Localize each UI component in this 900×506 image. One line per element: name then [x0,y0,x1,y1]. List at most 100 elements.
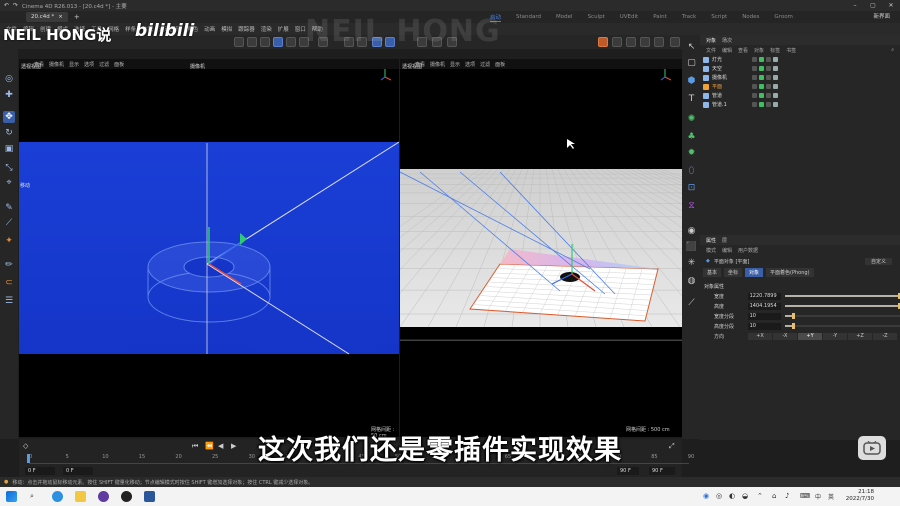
tag-icon[interactable] [766,102,771,107]
menu-item[interactable]: 扩展 [278,25,289,33]
layout-tab[interactable]: Script [711,14,727,20]
tag-icon[interactable] [766,84,771,89]
layout-tab[interactable]: Standard [516,14,541,20]
slider-knob[interactable] [792,323,796,329]
material-tag-icon[interactable] [773,84,778,89]
play-icon[interactable]: ▶ [231,442,236,450]
objects-tab[interactable]: 对象 [706,37,716,44]
material-tag-icon[interactable] [773,57,778,62]
menu-item[interactable]: 渲染 [261,25,272,33]
brush-icon[interactable]: ✦ [3,235,15,247]
check-icon[interactable] [759,57,764,62]
frame-icon[interactable]: ▢ [686,57,697,68]
word-icon[interactable] [144,491,155,502]
magnet-icon[interactable]: ⊂ [3,277,15,289]
minimize-icon[interactable]: – [846,0,864,11]
attributes-tab[interactable]: 层 [722,237,727,244]
visibility-icon[interactable] [752,93,757,98]
scene-icon[interactable]: ◉ [686,225,697,236]
menu-item[interactable]: 跟踪器 [238,25,255,33]
spline-pen-icon[interactable]: ✎ [3,202,15,214]
slider-knob[interactable] [792,313,796,319]
new-layout-button[interactable]: 新界面 [873,12,890,20]
attribute-subtab[interactable]: 对象 [745,267,764,277]
show-hidden-icon[interactable]: ⌃ [757,492,763,500]
visibility-icon[interactable] [752,75,757,80]
pointer-icon[interactable]: ↖ [686,41,697,52]
object-row[interactable]: 天空 [700,64,900,73]
material-tag-icon[interactable] [773,93,778,98]
layout-tab[interactable]: Paint [653,14,667,20]
attribute-value-input[interactable]: 10 [747,322,782,330]
search-icon[interactable]: ⌕ [891,47,894,53]
tray-app-icon-2[interactable]: ◎ [716,492,722,500]
object-row[interactable]: 摄像机 [700,73,900,82]
light-icon[interactable]: ✳ [686,257,697,268]
current-frame-field[interactable]: 0 F [63,467,93,475]
visibility-icon[interactable] [752,57,757,62]
cube-icon[interactable]: ⬢ [686,75,697,86]
check-icon[interactable] [759,102,764,107]
lock-icon[interactable] [670,37,680,47]
attribute-subtab[interactable]: 坐标 [724,267,743,277]
objects-menu-item[interactable]: 查看 [738,47,748,54]
tray-app-icon-1[interactable]: ◉ [703,492,709,500]
move-icon[interactable]: ✥ [3,111,15,123]
ime-mode[interactable]: 英 [828,492,834,501]
generator-icon[interactable]: ✹ [686,147,697,158]
attribute-slider[interactable] [785,293,900,299]
maximize-icon[interactable]: ▢ [864,0,882,11]
redo-icon[interactable]: ↷ [13,2,18,9]
check-icon[interactable] [759,84,764,89]
object-row[interactable]: 管道 [700,91,900,100]
camera-icon[interactable]: ⬛ [686,241,697,252]
volume-icon[interactable]: ♪ [785,492,789,500]
object-row[interactable]: 灯光 [700,55,900,64]
tag-icon[interactable] [766,75,771,80]
paint-icon[interactable]: ✏ [3,259,15,271]
tray-app-icon-4[interactable]: ◒ [742,492,748,500]
attribute-slider[interactable] [785,303,900,309]
go-start-icon[interactable]: ⏮ [192,442,198,451]
close-icon[interactable]: ✕ [882,0,900,11]
live-select-icon[interactable]: ✚ [3,89,15,101]
render-region-icon[interactable] [612,37,622,47]
render-view-icon[interactable] [598,37,608,47]
start-frame-field[interactable]: 0 F [25,467,55,475]
material-tag-icon[interactable] [773,102,778,107]
expand-icon[interactable]: ⤢ [669,442,675,451]
check-icon[interactable] [759,93,764,98]
objects-menu-item[interactable]: 对象 [754,47,764,54]
attributes-tab[interactable]: 属性 [706,237,716,244]
menu-item[interactable]: 动画 [204,25,215,33]
move-tool-icon[interactable] [234,37,244,47]
tray-app-icon-3[interactable]: ◐ [729,492,735,500]
material-icon[interactable]: ◍ [686,275,697,286]
layout-tab[interactable]: Groom [774,14,793,20]
render-settings-icon[interactable] [626,37,636,47]
deformer-icon[interactable]: ⬯ [686,165,697,176]
direction-button[interactable]: +X [748,332,772,340]
attributes-menu-item[interactable]: 编辑 [722,247,732,254]
visibility-icon[interactable] [752,66,757,71]
layout-tab[interactable]: Model [556,14,573,20]
attributes-menu-item[interactable]: 模式 [706,247,716,254]
cinema4d-taskbar-icon[interactable] [121,491,132,502]
attribute-value-input[interactable]: 1220.7899 [747,292,782,300]
layout-tab[interactable]: Sculpt [588,14,605,20]
layout-tab[interactable]: UVEdit [620,14,638,20]
clock[interactable]: 21:18 2022/7/30 [846,489,874,503]
direction-button[interactable]: +Z [848,332,872,340]
custom-dropdown[interactable]: 自定义 [864,257,892,265]
windows-start-icon[interactable] [6,491,17,502]
left-viewport[interactable]: 查看 摄像机 显示 选项 过滤 面板 透视视图 摄像机 移动 网格间距: 50… [19,59,399,439]
attribute-value-input[interactable]: 1404.1954 [747,302,782,310]
material-tag-icon[interactable] [773,75,778,80]
object-row[interactable]: 平面 [700,82,900,91]
network-icon[interactable]: ⌂ [772,492,776,500]
effector-icon[interactable]: ♣ [686,131,697,142]
render-queue-icon[interactable] [654,37,664,47]
sculpt-brush-icon[interactable]: ⟋ [686,297,697,308]
tag-icon[interactable] [766,66,771,71]
direction-button[interactable]: -Y [823,332,847,340]
